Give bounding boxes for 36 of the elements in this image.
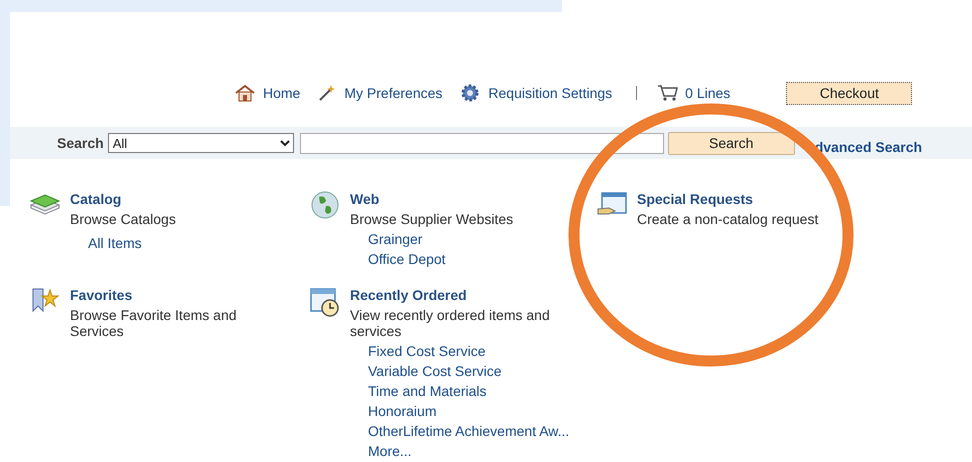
item-link[interactable]: Time and Materials xyxy=(368,381,487,401)
toolbar-link[interactable]: Home xyxy=(235,82,300,104)
item-link[interactable]: Office Depot xyxy=(368,249,446,269)
item-link[interactable]: All Items xyxy=(88,233,142,253)
section-title-link[interactable]: Recently Ordered xyxy=(350,285,467,305)
item-link[interactable]: Fixed Cost Service xyxy=(368,341,486,361)
scope-dropdown[interactable]: All xyxy=(108,133,294,153)
section-description: Browse Supplier Websites xyxy=(350,211,514,227)
globe-icon xyxy=(311,191,339,219)
checkout-button[interactable]: Checkout xyxy=(786,82,912,104)
item-link[interactable]: Grainger xyxy=(368,229,422,249)
section-title-link[interactable]: Favorites xyxy=(70,285,132,305)
item-link[interactable]: OtherLifetime Achievement Aw... xyxy=(368,421,570,441)
section-description: View recently ordered items and services xyxy=(350,307,551,339)
section-title-link[interactable]: Catalog xyxy=(70,189,122,209)
toolbar-link[interactable]: My Preferences xyxy=(318,82,442,104)
house-icon xyxy=(235,84,255,102)
search-field[interactable] xyxy=(300,132,664,154)
wand-icon xyxy=(318,84,336,102)
window-hand-icon xyxy=(597,191,627,217)
item-link[interactable]: Variable Cost Service xyxy=(368,361,502,381)
item-link[interactable]: More... xyxy=(368,441,412,461)
section-description: Browse Catalogs xyxy=(70,211,176,227)
item-link[interactable]: Honoraium xyxy=(368,401,436,421)
section-description: Browse Favorite Items and Services xyxy=(70,307,238,339)
section-description: Create a non-catalog request xyxy=(637,211,818,227)
cart-icon xyxy=(657,84,680,102)
cart-link[interactable]: 0 Lines xyxy=(657,82,730,104)
toolbar-link[interactable]: Requisition Settings xyxy=(460,82,612,104)
search-button[interactable]: Search xyxy=(668,132,795,154)
section-title-link[interactable]: Web xyxy=(350,189,380,209)
section-title-link[interactable]: Special Requests xyxy=(637,189,753,209)
search-label: Search xyxy=(57,134,104,152)
gear-icon xyxy=(460,83,480,103)
bookmark-star-icon xyxy=(30,287,60,313)
calendar-clock-icon xyxy=(309,287,341,317)
